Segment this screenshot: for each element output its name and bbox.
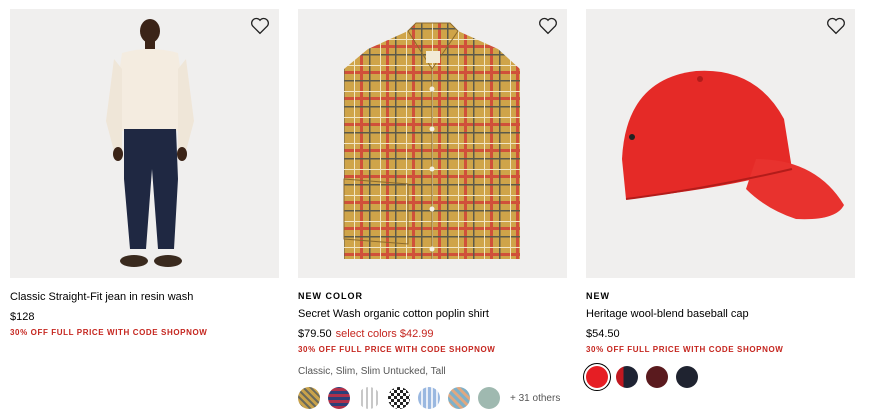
promo-text: 30% OFF FULL PRICE WITH CODE SHOPNOW — [586, 345, 784, 354]
color-swatch[interactable] — [478, 387, 500, 409]
plaid-shirt-photo — [343, 22, 520, 259]
color-swatch[interactable] — [358, 387, 380, 409]
color-swatches — [583, 363, 855, 391]
new-color-badge: NEW COLOR — [298, 291, 363, 301]
color-swatch[interactable] — [616, 366, 638, 388]
color-swatch[interactable] — [328, 387, 350, 409]
product-image-cap[interactable] — [586, 9, 855, 278]
color-swatch[interactable] — [646, 366, 668, 388]
color-swatch[interactable] — [448, 387, 470, 409]
color-swatch[interactable] — [583, 363, 611, 391]
model-in-jeans-photo — [106, 19, 194, 267]
product-image-shirt[interactable] — [298, 9, 567, 278]
product-card-jean[interactable]: Classic Straight-Fit jean in resin wash … — [10, 9, 279, 339]
color-swatch[interactable] — [418, 387, 440, 409]
product-price: $128 — [10, 311, 279, 325]
product-name[interactable]: Classic Straight-Fit jean in resin wash — [10, 291, 279, 305]
product-name[interactable]: Heritage wool-blend baseball cap — [586, 308, 855, 322]
product-name[interactable]: Secret Wash organic cotton poplin shirt — [298, 308, 567, 322]
product-card-shirt[interactable]: NEW COLOR Secret Wash organic cotton pop… — [298, 9, 567, 409]
fit-options: Classic, Slim, Slim Untucked, Tall — [298, 366, 446, 377]
product-card-cap[interactable]: NEW Heritage wool-blend baseball cap $54… — [583, 9, 855, 391]
product-price: $54.50 — [586, 328, 855, 342]
regular-price: $128 — [10, 311, 35, 323]
red-cap-photo — [622, 70, 844, 220]
heart-icon[interactable] — [826, 17, 846, 35]
regular-price: $54.50 — [586, 328, 620, 340]
color-swatch[interactable] — [388, 387, 410, 409]
heart-icon[interactable] — [538, 17, 558, 35]
color-swatch[interactable] — [676, 366, 698, 388]
regular-price: $79.50 — [298, 328, 332, 340]
product-image-jean[interactable] — [10, 9, 279, 278]
promo-text: 30% OFF FULL PRICE WITH CODE SHOPNOW — [298, 345, 496, 354]
color-swatches: + 31 others — [298, 387, 567, 409]
heart-icon[interactable] — [250, 17, 270, 35]
color-swatch[interactable] — [298, 387, 320, 409]
promo-text: 30% OFF FULL PRICE WITH CODE SHOPNOW — [10, 328, 208, 337]
product-price: $79.50 select colors $42.99 — [298, 328, 567, 342]
sale-price: select colors $42.99 — [335, 328, 434, 340]
new-badge: NEW — [586, 291, 610, 301]
more-colors-link[interactable]: + 31 others — [510, 393, 560, 404]
